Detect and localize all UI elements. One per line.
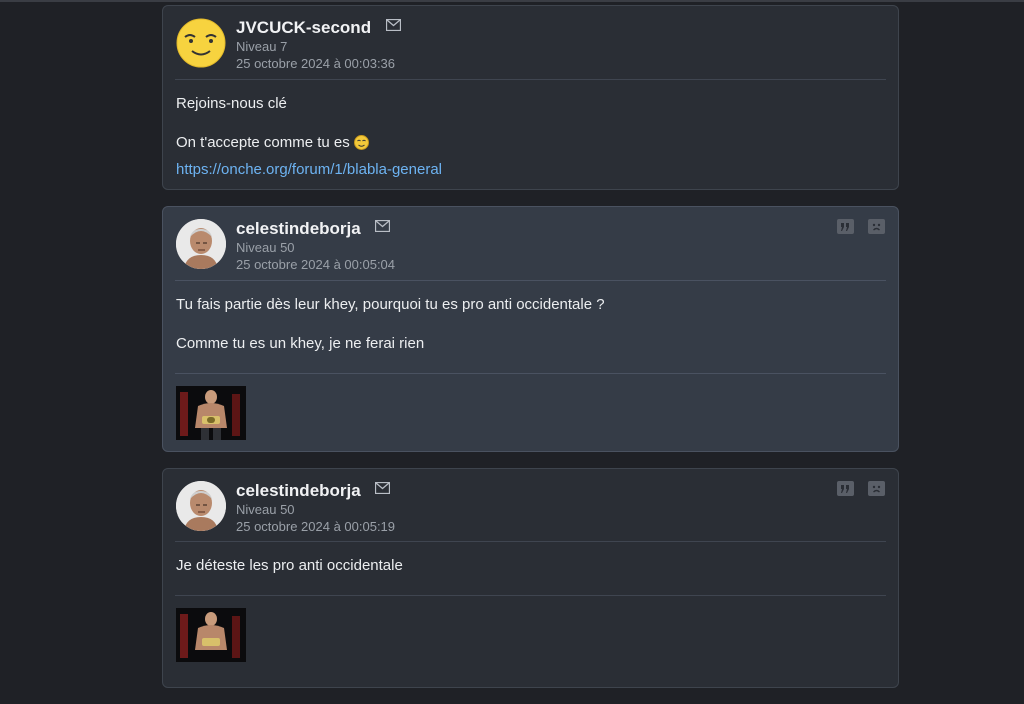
- post-line: Je déteste les pro anti occidentale: [176, 557, 403, 574]
- post-header: celestindeborja Niveau 50 25 octobre 202…: [176, 219, 885, 280]
- signature: [176, 596, 885, 676]
- user-level: Niveau 7: [236, 39, 288, 54]
- fighter-avatar-icon[interactable]: [176, 219, 226, 269]
- post-feed: JVCUCK-second Niveau 7 25 octobre 2024 à…: [162, 5, 899, 704]
- username[interactable]: celestindeborja: [236, 219, 361, 238]
- forum-link[interactable]: https://onche.org/forum/1/blabla-general: [176, 159, 885, 181]
- post: JVCUCK-second Niveau 7 25 octobre 2024 à…: [162, 5, 899, 190]
- quote-icon[interactable]: [837, 219, 854, 234]
- post-actions: [837, 481, 885, 496]
- post-line: Rejoins-nous clé: [176, 95, 287, 112]
- post-line: Comme tu es un khey, je ne ferai rien: [176, 335, 425, 352]
- smiley-avatar-icon[interactable]: [176, 18, 226, 68]
- post: celestindeborja Niveau 50 25 octobre 202…: [162, 206, 899, 452]
- mail-icon[interactable]: [375, 219, 391, 237]
- post-line: On t'accepte comme tu es: [176, 134, 350, 151]
- report-icon[interactable]: [868, 481, 885, 496]
- quote-icon[interactable]: [837, 481, 854, 496]
- post-content: Je déteste les pro anti occidentale: [176, 542, 885, 589]
- post-date[interactable]: 25 octobre 2024 à 00:05:04: [236, 256, 395, 273]
- post-content: Rejoins-nous clé On t'accepte comme tu e…: [176, 80, 885, 193]
- post-header: JVCUCK-second Niveau 7 25 octobre 2024 à…: [176, 18, 885, 79]
- mail-icon[interactable]: [375, 481, 391, 499]
- signature-image[interactable]: [176, 608, 246, 662]
- post-line: Tu fais partie dès leur khey, pourquoi t…: [176, 296, 605, 313]
- signature-image[interactable]: [176, 386, 246, 440]
- signature: [176, 374, 885, 454]
- username[interactable]: celestindeborja: [236, 481, 361, 500]
- username[interactable]: JVCUCK-second: [236, 18, 371, 37]
- user-level: Niveau 50: [236, 240, 295, 255]
- post-date[interactable]: 25 octobre 2024 à 00:05:19: [236, 518, 395, 535]
- report-icon[interactable]: [868, 219, 885, 234]
- top-divider: [0, 0, 1024, 2]
- post-content: Tu fais partie dès leur khey, pourquoi t…: [176, 281, 885, 367]
- fighter-avatar-icon[interactable]: [176, 481, 226, 531]
- post-date[interactable]: 25 octobre 2024 à 00:03:36: [236, 55, 401, 72]
- post-actions: [837, 219, 885, 234]
- post: celestindeborja Niveau 50 25 octobre 202…: [162, 468, 899, 688]
- mail-icon[interactable]: [385, 18, 401, 36]
- emoji-icon: [353, 135, 369, 157]
- user-level: Niveau 50: [236, 502, 295, 517]
- post-header: celestindeborja Niveau 50 25 octobre 202…: [176, 481, 885, 541]
